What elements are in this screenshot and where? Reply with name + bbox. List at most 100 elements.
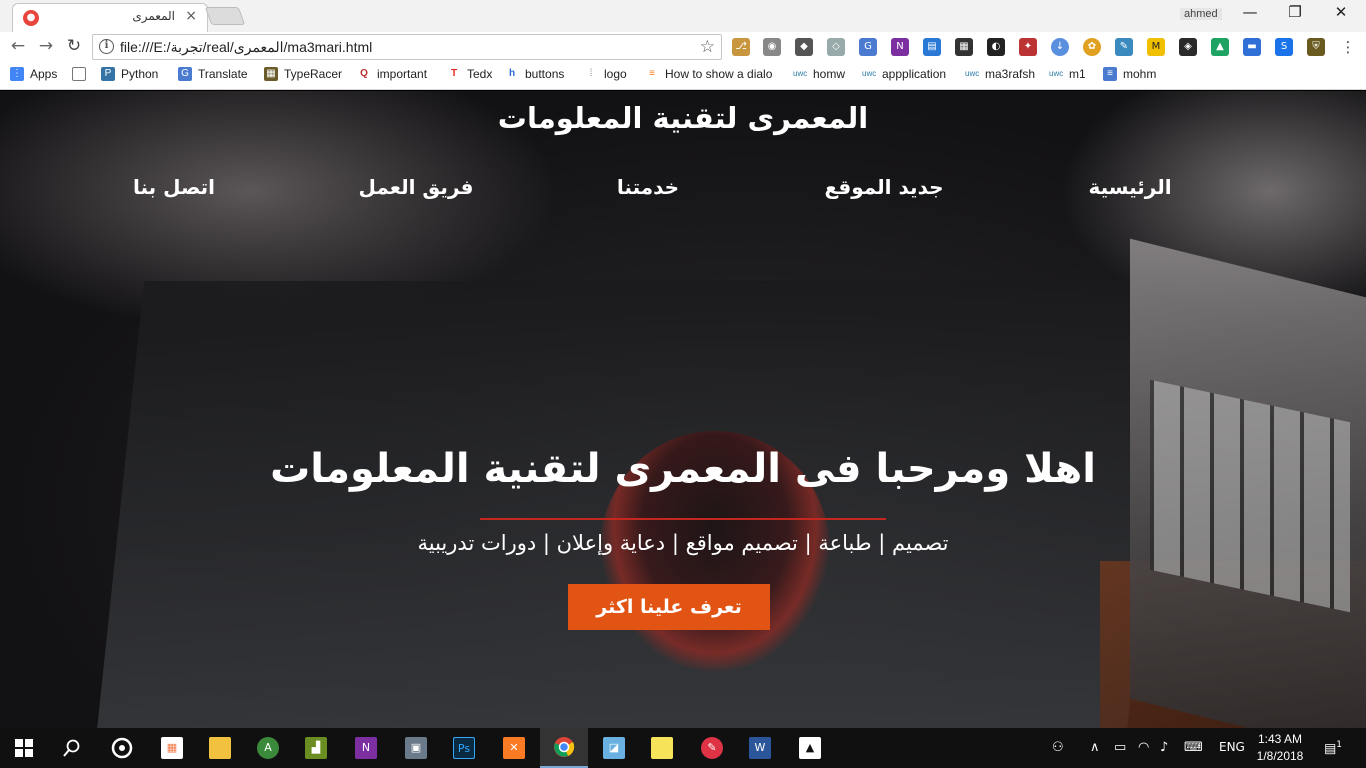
dropbox-extension-icon[interactable]: ◇ [827, 38, 845, 56]
nav-link-contact[interactable]: اتصل بنا [133, 175, 215, 199]
film-extension-icon[interactable]: ▦ [955, 38, 973, 56]
learn-more-button[interactable]: تعرف علينا اكثر [568, 584, 770, 630]
drive-extension-icon[interactable]: ▲ [1211, 38, 1229, 56]
site-title: المعمرى لتقنية المعلومات [497, 101, 869, 135]
shield-extension-icon[interactable]: ⛨ [1307, 38, 1325, 56]
bookmark-python[interactable]: P Python [101, 67, 158, 81]
notification-count: 1 [1336, 740, 1343, 750]
taskbar-app[interactable]: ▣ [392, 728, 440, 768]
bookmark-logo[interactable]: ⁞ logo [584, 67, 627, 81]
battery-icon[interactable]: ▭ [1114, 740, 1126, 755]
taskbar-sticky-notes[interactable] [638, 728, 686, 768]
speed-extension-icon[interactable]: ◐ [987, 38, 1005, 56]
site-info-icon[interactable]: i [99, 39, 114, 54]
docs-icon: ≡ [1103, 67, 1117, 81]
paint-icon: ✎ [701, 737, 723, 759]
bookmark-tedx[interactable]: T Tedx [447, 67, 492, 81]
chrome-menu-icon[interactable]: ⋮ [1339, 38, 1357, 56]
search-button[interactable] [48, 728, 96, 768]
uwc-icon: uwc [1049, 67, 1063, 81]
wifi-icon[interactable]: ◠ [1138, 740, 1149, 755]
hero-subtitle: تصميم | طباعة | تصميم مواقع | دعاية وإعل… [417, 531, 949, 555]
bookmark-page[interactable] [72, 67, 92, 81]
restore-button[interactable]: ❐ [1272, 3, 1318, 21]
forward-button[interactable]: → [34, 36, 58, 56]
eyedropper-extension-icon[interactable]: ✎ [1115, 38, 1133, 56]
photos-icon: ▲ [799, 737, 821, 759]
keyboard-icon[interactable]: ⌨ [1184, 740, 1203, 755]
tab-title: المعمرى [132, 9, 175, 23]
apps-grid-icon: ⋮ [10, 67, 24, 81]
extension-icon[interactable]: ⎇ [732, 38, 750, 56]
action-center-button[interactable]: ▤1 [1324, 740, 1342, 756]
back-button[interactable]: ← [6, 36, 30, 56]
clock-date: 1/8/2018 [1256, 749, 1304, 763]
reload-button[interactable]: ↻ [62, 36, 86, 56]
taskbar-android-studio[interactable]: A [244, 728, 292, 768]
s-extension-icon[interactable]: S [1275, 38, 1293, 56]
bookmark-appplication[interactable]: uwc appplication [862, 67, 946, 81]
language-indicator[interactable]: ENG [1219, 740, 1245, 754]
onenote-extension-icon[interactable]: N [891, 38, 909, 56]
tab-close-icon[interactable]: × [185, 8, 197, 24]
camera-extension-icon[interactable]: ◉ [763, 38, 781, 56]
new-tab-button[interactable] [204, 7, 246, 25]
hero-title: اهلا ومرحبا فى المعمرى لتقنية المعلومات [270, 446, 1096, 492]
bookmark-ma3rafsh[interactable]: uwc ma3rafsh [965, 67, 1035, 81]
bookmark-translate[interactable]: G Translate [178, 67, 248, 81]
bookmark-buttons[interactable]: h buttons [505, 67, 564, 81]
minimize-button[interactable]: — [1227, 3, 1273, 21]
taskbar-photos[interactable]: ▲ [786, 728, 834, 768]
taskbar-onenote[interactable]: N [342, 728, 390, 768]
taskbar-word[interactable]: W [736, 728, 784, 768]
address-bar[interactable]: i file:///E:/تجربة/real/المعمرى/ma3mari.… [92, 34, 722, 60]
photoshop-icon: Ps [453, 737, 475, 759]
new-extension-icon[interactable]: ▤ [923, 38, 941, 56]
nav-link-whats-new[interactable]: جديد الموقع [824, 175, 943, 199]
people-icon[interactable]: ⚇ [1052, 740, 1064, 755]
taskbar-file-explorer[interactable] [196, 728, 244, 768]
browser-tab[interactable]: ● المعمرى × [12, 3, 208, 32]
buttons-icon: h [505, 67, 519, 81]
extension-icon[interactable]: ◆ [795, 38, 813, 56]
search-icon [63, 739, 80, 757]
extension-icon[interactable]: ✦ [1019, 38, 1037, 56]
bookmark-homw[interactable]: uwc homw [793, 67, 845, 81]
taskbar-store[interactable]: ▦ [148, 728, 196, 768]
show-hidden-icons-button[interactable]: ∧ [1090, 740, 1100, 755]
nav-link-services[interactable]: خدمتنا [617, 175, 679, 199]
volume-icon[interactable]: ♪ [1160, 740, 1168, 755]
start-button[interactable] [0, 728, 48, 768]
close-window-button[interactable]: ✕ [1318, 3, 1364, 21]
taskbar-app[interactable]: ◪ [590, 728, 638, 768]
page-viewport: المعمرى لتقنية المعلومات الرئيسية جديد ا… [0, 91, 1366, 728]
bookmark-typeracer[interactable]: ▦ TypeRacer [264, 67, 342, 81]
download-extension-icon[interactable]: ↓ [1051, 38, 1069, 56]
cortana-button[interactable] [98, 728, 146, 768]
hero-underline [480, 518, 886, 520]
taskbar-chrome[interactable] [540, 728, 588, 768]
bookmark-apps[interactable]: ⋮ Apps [10, 67, 57, 81]
bookmark-star-icon[interactable]: ☆ [700, 37, 715, 57]
onenote-icon: N [355, 737, 377, 759]
color-wheel-extension-icon[interactable]: ✿ [1083, 38, 1101, 56]
taskbar-xampp[interactable]: ✕ [490, 728, 538, 768]
bookmark-mohm[interactable]: ≡ mohm [1103, 67, 1156, 81]
translate-extension-icon[interactable]: G [859, 38, 877, 56]
bookmark-m1[interactable]: uwc m1 [1049, 67, 1086, 81]
bookmark-how-to-show-a-dialog[interactable]: ≡ How to show a dialo [645, 67, 772, 81]
extension-icon[interactable]: ▬ [1243, 38, 1261, 56]
m-extension-icon[interactable]: M [1147, 38, 1165, 56]
clock[interactable]: 1:43 AM 1/8/2018 [1250, 731, 1310, 765]
taskbar-photoshop[interactable]: Ps [440, 728, 488, 768]
evernote-extension-icon[interactable]: ◈ [1179, 38, 1197, 56]
bookmark-important[interactable]: Qimportant [357, 67, 427, 81]
word-icon: W [749, 737, 771, 759]
nav-link-team[interactable]: فريق العمل [359, 175, 474, 199]
url-text[interactable]: file:///E:/تجربة/real/المعمرى/ma3mari.ht… [120, 39, 372, 56]
profile-button[interactable]: ahmed [1180, 8, 1222, 20]
nav-link-home[interactable]: الرئيسية [1088, 175, 1171, 199]
taskbar-app[interactable]: ▟ [292, 728, 340, 768]
taskbar-paint[interactable]: ✎ [688, 728, 736, 768]
store-icon: ▦ [161, 737, 183, 759]
